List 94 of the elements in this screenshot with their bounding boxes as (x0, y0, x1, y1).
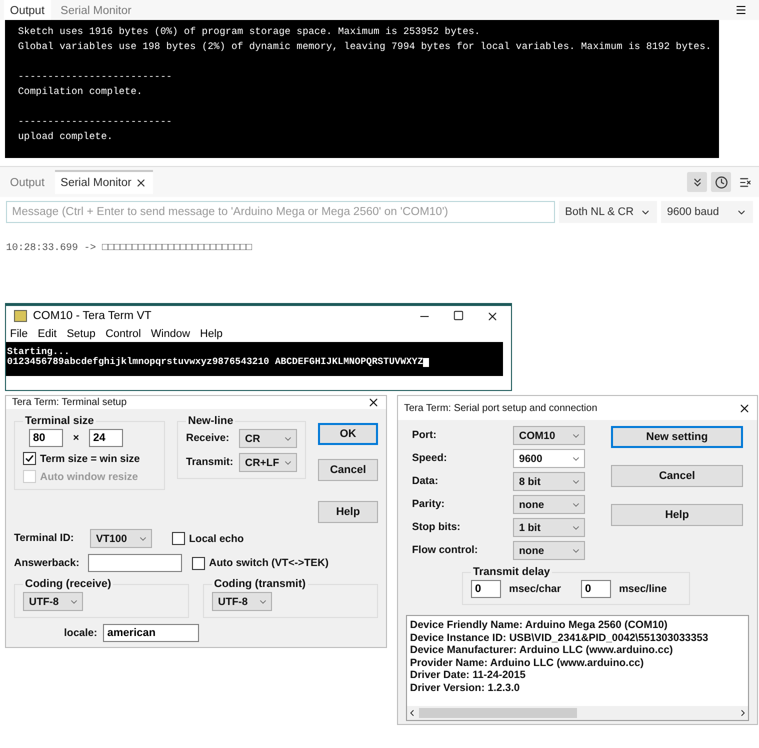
clear-list-icon[interactable] (738, 176, 752, 188)
dropdown[interactable]: VT100 (90, 529, 152, 548)
group-label: Coding (receive) (24, 578, 112, 590)
panel-tab[interactable]: Serial Monitor (54, 0, 138, 22)
unit-label: msec/char (509, 583, 561, 595)
menu-item[interactable]: Help (200, 328, 223, 340)
field-label: locale: (64, 626, 98, 640)
log-line: 10:28:33.699 -> □□□□□□□□□□□□□□□□□□□□□□□□□ (5, 242, 254, 254)
info-line: Driver Date: 11-24-2015 (410, 669, 527, 682)
console-line: upload complete. (18, 130, 114, 144)
field-label: Speed: (412, 452, 448, 465)
group-label: Coding (transmit) (213, 578, 307, 590)
field-label: Data: (412, 475, 440, 488)
dropdown[interactable]: UTF-8 (23, 592, 83, 611)
dialog-button[interactable]: Help (611, 504, 743, 526)
dialog-button[interactable]: OK (318, 423, 378, 445)
checkbox[interactable] (23, 452, 36, 465)
dropdown[interactable]: 1 bit (513, 518, 585, 537)
dialog-title: Tera Term: Terminal setup (12, 397, 127, 408)
app-icon (14, 310, 27, 322)
checkbox-label: Auto window resize (40, 470, 138, 482)
close-icon[interactable] (486, 310, 499, 322)
combo-field[interactable]: 9600 (513, 449, 585, 468)
dropdown[interactable]: CR+LF (239, 453, 297, 472)
menu-item[interactable]: Window (150, 328, 190, 340)
console-line: Compilation complete. (18, 85, 144, 99)
message-field[interactable]: Message (Ctrl + Enter to send message to 'Arduino Mega or Mega 2560' on 'COM10') (6, 201, 555, 223)
answerback-field[interactable] (88, 554, 182, 572)
close-icon[interactable] (738, 402, 751, 414)
menu-item[interactable]: Setup (66, 328, 96, 340)
menu-item[interactable]: Edit (38, 328, 57, 340)
field-label: Receive: (186, 432, 230, 445)
checkbox-label: Term size = win size (40, 452, 140, 464)
dropdown[interactable]: COM10 (513, 426, 585, 445)
close-icon[interactable] (135, 177, 148, 189)
line-ending-dropdown[interactable]: Both NL & CR (559, 201, 657, 223)
terminal-line: Starting... (7, 347, 70, 357)
baud-dropdown[interactable]: 9600 baud (661, 201, 753, 223)
height-field[interactable]: 24 (89, 429, 124, 447)
panel-tab[interactable]: Serial Monitor (54, 170, 154, 194)
info-line: Device Manufacturer: Arduino LLC (www.arduino.cc) (410, 644, 674, 656)
dialog-button[interactable]: New setting (611, 426, 743, 448)
dialog-button[interactable]: Cancel (611, 465, 743, 487)
group-label: New-line (187, 415, 234, 427)
dialog-title: Tera Term: Serial port setup and connection (404, 402, 598, 414)
menu-item[interactable]: Control (105, 328, 141, 340)
field-label: Flow control: (412, 544, 479, 557)
field-label: Port: (412, 429, 438, 442)
clock-icon[interactable] (714, 176, 728, 188)
clock-button[interactable] (711, 172, 731, 192)
field-label: Answerback: (14, 556, 80, 570)
close-icon[interactable] (367, 396, 380, 409)
window-title: COM10 - Tera Term VT (33, 310, 152, 322)
field-label: Terminal ID: (14, 532, 75, 545)
checkbox[interactable] (192, 556, 205, 570)
maximize-icon[interactable] (453, 310, 464, 320)
menu-icon[interactable] (735, 4, 747, 16)
panel-tab[interactable]: Output (4, 0, 51, 22)
info-line: Driver Version: 1.2.3.0 (410, 682, 521, 694)
locale-field[interactable]: american (103, 624, 200, 642)
group-label: Terminal size (24, 415, 95, 427)
line-delay-field[interactable]: 0 (580, 580, 611, 598)
console-line: Global variables use 198 bytes (2%) of dynamic memory, leaving 7994 bytes for local variables. Maximum is 8192 bytes. (18, 40, 712, 54)
console-line: Sketch uses 1916 bytes (0%) of program storage space. Maximum is 253952 bytes. (18, 25, 482, 39)
double-chevron-down-button[interactable] (687, 172, 707, 192)
terminal-line: 0123456789abcdefghijklmnopqrstuvwxyz9876543210 ABCDEFGHIJKLMNOPQRSTUVWXYZ (7, 357, 424, 367)
unit-label: msec/line (618, 583, 667, 595)
info-line: Device Instance ID: USB\VID_2341&PID_0042\551303033353 (410, 632, 710, 644)
times-sign: × (73, 432, 80, 444)
field-label: Parity: (412, 498, 446, 511)
text-cursor (423, 358, 430, 366)
console-line: -------------------------- (18, 70, 174, 84)
info-line: Device Friendly Name: Arduino Mega 2560 (COM10) (410, 619, 669, 632)
dialog-button[interactable]: Cancel (318, 459, 378, 481)
group-label: Transmit delay (472, 566, 552, 578)
dropdown[interactable]: UTF-8 (212, 592, 272, 611)
dropdown[interactable]: none (513, 541, 585, 560)
dropdown[interactable]: CR (239, 429, 297, 448)
checkbox-label: Auto switch (VT<->TEK) (209, 557, 329, 569)
panel-tab[interactable]: Output (4, 170, 51, 194)
field-label: Stop bits: (412, 521, 462, 534)
char-delay-field[interactable]: 0 (471, 580, 501, 598)
checkbox-label: Local echo (189, 532, 244, 544)
menu-item[interactable]: File (10, 328, 28, 340)
console-line: -------------------------- (18, 115, 174, 129)
scrollbar-thumb[interactable] (419, 708, 577, 718)
dropdown[interactable]: 8 bit (513, 472, 585, 491)
width-field[interactable]: 80 (29, 429, 63, 447)
dropdown[interactable]: none (513, 495, 585, 514)
checkmark-icon (25, 454, 34, 463)
checkbox[interactable] (172, 532, 185, 545)
info-line: Provider Name: Arduino LLC (www.arduino.cc) (410, 656, 645, 669)
field-label: Transmit: (186, 456, 234, 469)
dialog-button[interactable]: Help (318, 501, 378, 523)
